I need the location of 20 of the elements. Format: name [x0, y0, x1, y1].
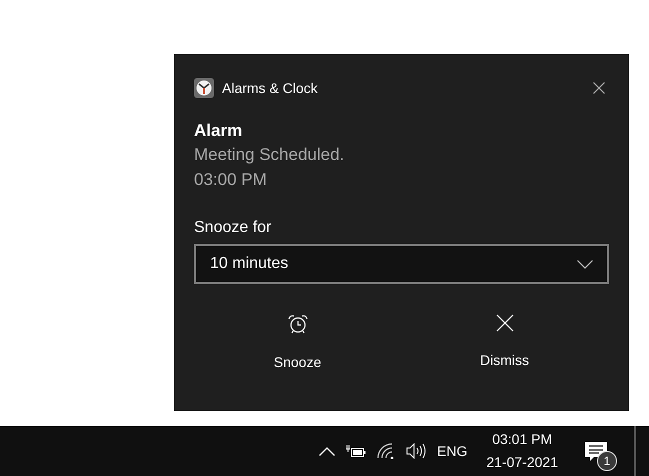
alarm-clock-icon — [286, 314, 308, 334]
language-indicator[interactable]: ENG — [437, 440, 468, 462]
snooze-button[interactable]: Snooze — [194, 306, 401, 381]
snooze-dropdown[interactable]: 10 minutes — [194, 244, 609, 284]
close-icon — [496, 314, 514, 332]
clock-icon — [194, 78, 214, 98]
clock-button[interactable]: 03:01 PM 21-07-2021 — [486, 428, 558, 474]
message-line: 03:00 PM — [194, 169, 268, 191]
notification-title: Alarm — [194, 120, 244, 142]
message-line: Meeting Scheduled. — [194, 144, 346, 166]
speaker-icon[interactable] — [406, 443, 426, 459]
chevron-down-icon — [577, 260, 593, 268]
close-button[interactable] — [593, 82, 605, 94]
dismiss-button[interactable]: Dismiss — [401, 306, 608, 381]
app-name: Alarms & Clock — [222, 78, 318, 98]
battery-icon[interactable] — [346, 444, 366, 458]
snooze-label: Snooze for — [194, 218, 272, 238]
notification-count: 1 — [597, 451, 617, 471]
chevron-up-icon[interactable] — [319, 446, 336, 456]
wifi-icon[interactable] — [377, 443, 396, 459]
